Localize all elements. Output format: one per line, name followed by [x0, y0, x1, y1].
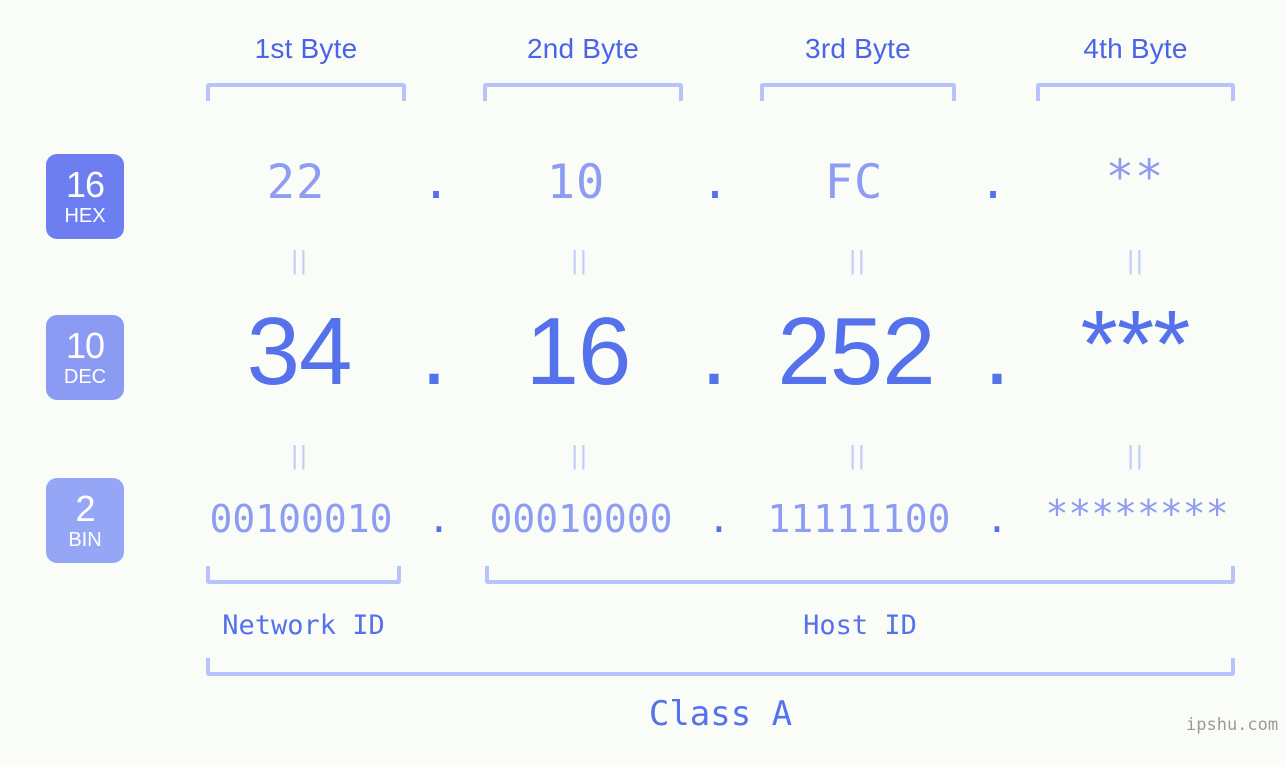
equals-hex-dec-2: || — [571, 245, 589, 275]
dec-byte-3: 252 — [777, 298, 935, 405]
hex-byte-4: ** — [1105, 150, 1165, 205]
hex-byte-1: 22 — [266, 155, 326, 210]
bin-byte-2: 00010000 — [489, 497, 673, 541]
byte-bracket-4 — [1036, 83, 1235, 101]
bin-byte-4: ******** — [1045, 492, 1229, 536]
equals-dec-bin-3: || — [849, 440, 867, 470]
radix-badge-dec[interactable]: 10 DEC — [46, 315, 124, 400]
host-id-label: Host ID — [803, 610, 917, 641]
class-label: Class A — [648, 694, 793, 734]
radix-badge-bin[interactable]: 2 BIN — [46, 478, 124, 563]
network-id-label: Network ID — [222, 610, 385, 641]
radix-badge-bin-number: 2 — [75, 488, 95, 529]
byte-header-1: 1st Byte — [254, 33, 358, 64]
radix-badge-bin-name: BIN — [68, 529, 102, 551]
radix-badge-hex[interactable]: 16 HEX — [46, 154, 124, 239]
byte-bracket-1 — [206, 83, 406, 101]
dec-byte-1: 34 — [246, 298, 353, 405]
bin-byte-3: 11111100 — [767, 497, 951, 541]
byte-bracket-2 — [483, 83, 683, 101]
equals-dec-bin-4: || — [1127, 440, 1145, 470]
site-watermark: ipshu.com — [1186, 715, 1279, 735]
dec-separator-1: . — [420, 298, 448, 405]
byte-header-3: 3rd Byte — [805, 33, 911, 64]
dec-byte-4: *** — [1080, 291, 1190, 398]
hex-separator-3: . — [978, 155, 1008, 210]
radix-badge-dec-name: DEC — [63, 366, 107, 388]
ip-address-breakdown-diagram: 1st Byte 2nd Byte 3rd Byte 4th Byte 16 H… — [0, 0, 1285, 767]
equals-dec-bin-2: || — [571, 440, 589, 470]
bin-byte-1: 00100010 — [209, 497, 393, 541]
dec-byte-2: 16 — [525, 298, 632, 405]
equals-hex-dec-1: || — [291, 245, 309, 275]
class-bracket — [206, 658, 1235, 676]
hex-byte-3: FC — [824, 155, 884, 210]
dec-separator-2: . — [700, 298, 728, 405]
equals-hex-dec-3: || — [849, 245, 867, 275]
equals-hex-dec-4: || — [1127, 245, 1145, 275]
hex-byte-2: 10 — [546, 155, 606, 210]
hex-separator-1: . — [421, 155, 451, 210]
byte-bracket-3 — [760, 83, 956, 101]
hex-separator-2: . — [700, 155, 730, 210]
byte-header-4: 4th Byte — [1083, 33, 1188, 64]
host-id-bracket — [485, 566, 1235, 584]
dec-separator-3: . — [983, 298, 1011, 405]
network-id-bracket — [206, 566, 401, 584]
radix-badge-hex-name: HEX — [64, 205, 106, 227]
equals-dec-bin-1: || — [291, 440, 309, 470]
radix-badge-dec-number: 10 — [65, 325, 105, 366]
radix-badge-hex-number: 16 — [65, 164, 105, 205]
bin-separator-2: . — [707, 497, 731, 541]
bin-separator-3: . — [985, 497, 1009, 541]
bin-separator-1: . — [427, 497, 451, 541]
byte-header-2: 2nd Byte — [526, 33, 640, 64]
